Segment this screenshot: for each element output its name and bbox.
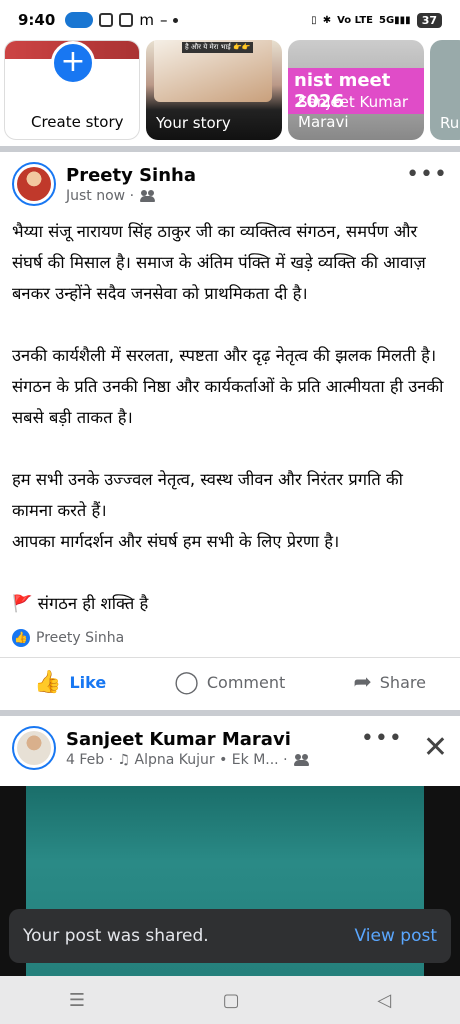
audience-friends-icon[interactable]: [293, 753, 310, 766]
snackbar-message: Your post was shared.: [23, 926, 209, 946]
home-icon[interactable]: ▢: [223, 990, 240, 1011]
reactions-summary[interactable]: 👍 Preety Sinha: [0, 619, 460, 657]
vibrate-icon: ▯: [311, 14, 317, 26]
battery-icon: 37: [416, 12, 442, 28]
app-icon: [99, 13, 114, 27]
bluetooth-icon: ✱: [322, 14, 332, 26]
share-arrow-icon: ➦: [353, 670, 372, 695]
messenger-icon: m: [139, 11, 154, 29]
share-button[interactable]: ➦ Share: [353, 670, 426, 695]
share-label: Share: [379, 673, 426, 692]
dot-icon: [173, 17, 179, 23]
more-options-icon[interactable]: •••: [406, 162, 448, 187]
post-header: Preety Sinha Just now · •••: [0, 152, 460, 216]
view-post-button[interactable]: View post: [355, 926, 437, 946]
your-story-card[interactable]: है और ये मेरा भाई 👉👉 Your story: [146, 40, 282, 140]
like-reaction-icon: 👍: [12, 629, 30, 647]
post-actions: 👍 Like ◯ Comment ➦ Share: [0, 657, 460, 707]
post-header: Sanjeet Kumar Maravi 4 Feb · ♫ Alpna Kuj…: [0, 716, 460, 780]
your-story-label: Your story: [156, 114, 231, 132]
story-card-sanjeet[interactable]: nist meet 2026 Sanjeet Kumar Maravi: [288, 40, 424, 140]
story-card-rul[interactable]: Rul: [430, 40, 460, 140]
status-time: 9:40: [18, 11, 56, 29]
post-sanjeet: Sanjeet Kumar Maravi 4 Feb · ♫ Alpna Kuj…: [0, 716, 460, 786]
post-meta: Just now ·: [66, 188, 196, 204]
post-text: भैय्या संजू नारायण सिंह ठाकुर जी का व्यक…: [12, 222, 444, 613]
stories-tray[interactable]: + Create story है और ये मेरा भाई 👉👉 Your…: [0, 40, 460, 146]
recent-apps-icon[interactable]: ☰: [69, 990, 85, 1011]
post-meta: 4 Feb · ♫ Alpna Kujur • Ek M... ·: [66, 752, 310, 768]
snackbar: Your post was shared. View post: [9, 909, 451, 963]
audience-friends-icon[interactable]: [140, 189, 156, 202]
more-options-icon[interactable]: •••: [361, 726, 403, 751]
story-author-label: Sanjeet Kumar Maravi: [298, 93, 409, 131]
reaction-name: Preety Sinha: [36, 630, 125, 646]
comment-bubble-icon: ◯: [174, 670, 199, 695]
create-story-card[interactable]: + Create story: [4, 40, 140, 140]
story-thumbnail: है और ये मेरा भाई 👉👉: [154, 40, 272, 102]
status-bar: 9:40 m – ▯ ✱ Vo LTE 5G▮▮▮ 37: [0, 0, 460, 40]
thumbs-up-icon: 👍: [34, 670, 62, 695]
story-author-label: Rul: [440, 114, 460, 132]
hotspot-icon: [65, 12, 94, 28]
post-author[interactable]: Sanjeet Kumar Maravi: [66, 729, 310, 750]
volte-icon: Vo LTE: [337, 14, 373, 26]
comment-label: Comment: [206, 673, 286, 692]
close-icon[interactable]: ✕: [423, 733, 448, 763]
minus-icon: –: [159, 11, 168, 29]
create-story-label: Create story: [31, 113, 124, 131]
avatar[interactable]: [12, 162, 56, 206]
story-caption: है और ये मेरा भाई 👉👉: [182, 42, 254, 53]
signal-icon: 5G▮▮▮: [379, 14, 411, 26]
plus-icon[interactable]: +: [51, 41, 95, 85]
app-icon: [119, 13, 134, 27]
post-time: Just now ·: [66, 187, 135, 204]
like-button[interactable]: 👍 Like: [34, 670, 106, 695]
post-author[interactable]: Preety Sinha: [66, 165, 196, 186]
notification-icons: m –: [65, 11, 179, 29]
avatar[interactable]: [12, 726, 56, 770]
system-icons: ▯ ✱ Vo LTE 5G▮▮▮ 37: [311, 12, 442, 28]
system-nav-bar: ☰ ▢ ◁: [0, 976, 460, 1024]
like-label: Like: [69, 673, 107, 692]
back-icon[interactable]: ◁: [377, 990, 391, 1011]
post-preety: Preety Sinha Just now · ••• भैय्या संजू …: [0, 152, 460, 710]
post-time-music: 4 Feb · ♫ Alpna Kujur • Ek M... ·: [66, 751, 288, 768]
comment-button[interactable]: ◯ Comment: [174, 670, 285, 695]
